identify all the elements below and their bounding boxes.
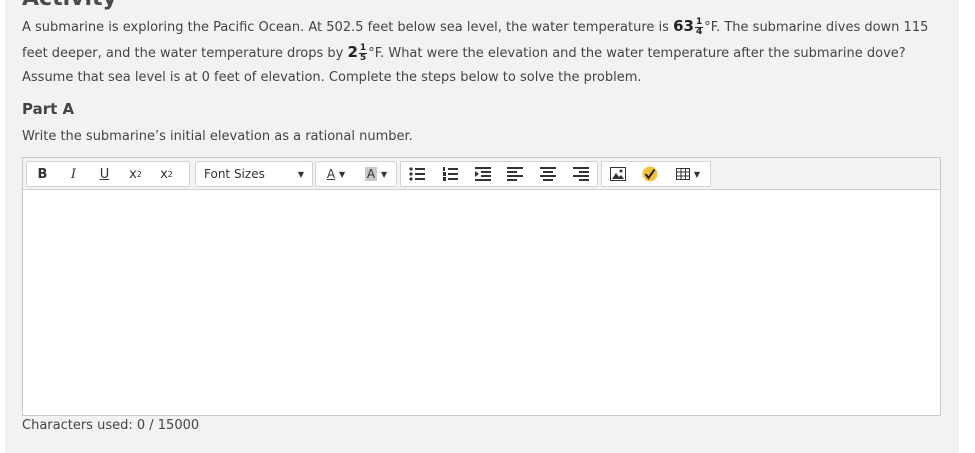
- font-color-icon: A: [326, 167, 336, 181]
- align-center-icon: [539, 167, 556, 181]
- activity-panel: Activity A submarine is exploring the Pa…: [5, 0, 959, 453]
- temperature-fraction: 14: [694, 18, 704, 37]
- bold-button[interactable]: B: [27, 162, 58, 186]
- subscript-label: x: [160, 166, 168, 182]
- part-prompt: Write the submarine’s initial elevation …: [22, 129, 413, 144]
- superscript-label: x: [129, 166, 137, 182]
- format-group: B I U x2 x2: [26, 161, 190, 187]
- answer-text-area[interactable]: [23, 190, 940, 414]
- align-left-button[interactable]: [503, 162, 527, 186]
- color-group: A ▼ A ▼: [315, 161, 397, 187]
- temperature-denominator: 4: [695, 27, 703, 37]
- insert-image-button[interactable]: [606, 162, 630, 186]
- superscript-mark: 2: [136, 169, 142, 179]
- problem-text: A submarine is exploring the Pacific Oce…: [22, 14, 947, 90]
- rich-text-editor: B I U x2 x2 Font Sizes ▼ A ▼ A ▼ ▼: [22, 157, 941, 416]
- image-icon: [610, 167, 626, 181]
- font-color-button[interactable]: A ▼: [318, 162, 354, 186]
- subscript-button[interactable]: x2: [151, 162, 182, 186]
- activity-heading: Activity: [22, 0, 117, 11]
- indent-button[interactable]: [471, 162, 495, 186]
- background-color-button[interactable]: A ▼: [358, 162, 394, 186]
- table-icon: [675, 168, 690, 180]
- font-sizes-dropdown[interactable]: Font Sizes ▼: [195, 161, 313, 187]
- subscript-mark: 2: [167, 169, 173, 179]
- numbered-list-icon: [442, 167, 458, 181]
- font-sizes-label: Font Sizes: [204, 167, 265, 181]
- chevron-down-icon: ▼: [381, 169, 388, 179]
- insert-math-button[interactable]: [638, 162, 662, 186]
- insert-group: ▼: [601, 161, 711, 187]
- problem-part-1: A submarine is exploring the Pacific Oce…: [22, 20, 674, 35]
- editor-toolbar: B I U x2 x2 Font Sizes ▼ A ▼ A ▼ ▼: [23, 158, 940, 190]
- underline-button[interactable]: U: [89, 162, 120, 186]
- align-center-button[interactable]: [536, 162, 560, 186]
- drop-denominator: 5: [359, 53, 367, 63]
- character-counter: Characters used: 0 / 15000: [22, 418, 200, 433]
- math-icon: [642, 166, 658, 182]
- background-color-icon: A: [364, 167, 378, 181]
- numbered-list-button[interactable]: [438, 162, 462, 186]
- italic-button[interactable]: I: [58, 162, 89, 186]
- bullet-list-button[interactable]: [405, 162, 429, 186]
- chevron-down-icon: ▼: [693, 169, 701, 179]
- drop-whole: 2: [347, 43, 358, 61]
- list-align-group: [400, 161, 598, 187]
- bullet-list-icon: [409, 167, 426, 181]
- drop-fraction: 15: [358, 44, 368, 63]
- superscript-button[interactable]: x2: [120, 162, 151, 186]
- temperature-whole: 63: [673, 17, 694, 35]
- part-title: Part A: [22, 100, 75, 118]
- insert-table-button[interactable]: ▼: [670, 162, 706, 186]
- indent-icon: [474, 167, 491, 181]
- align-left-icon: [507, 167, 524, 181]
- chevron-down-icon: ▼: [339, 169, 346, 179]
- align-right-icon: [572, 167, 589, 181]
- align-right-button[interactable]: [569, 162, 593, 186]
- chevron-down-icon: ▼: [297, 169, 304, 179]
